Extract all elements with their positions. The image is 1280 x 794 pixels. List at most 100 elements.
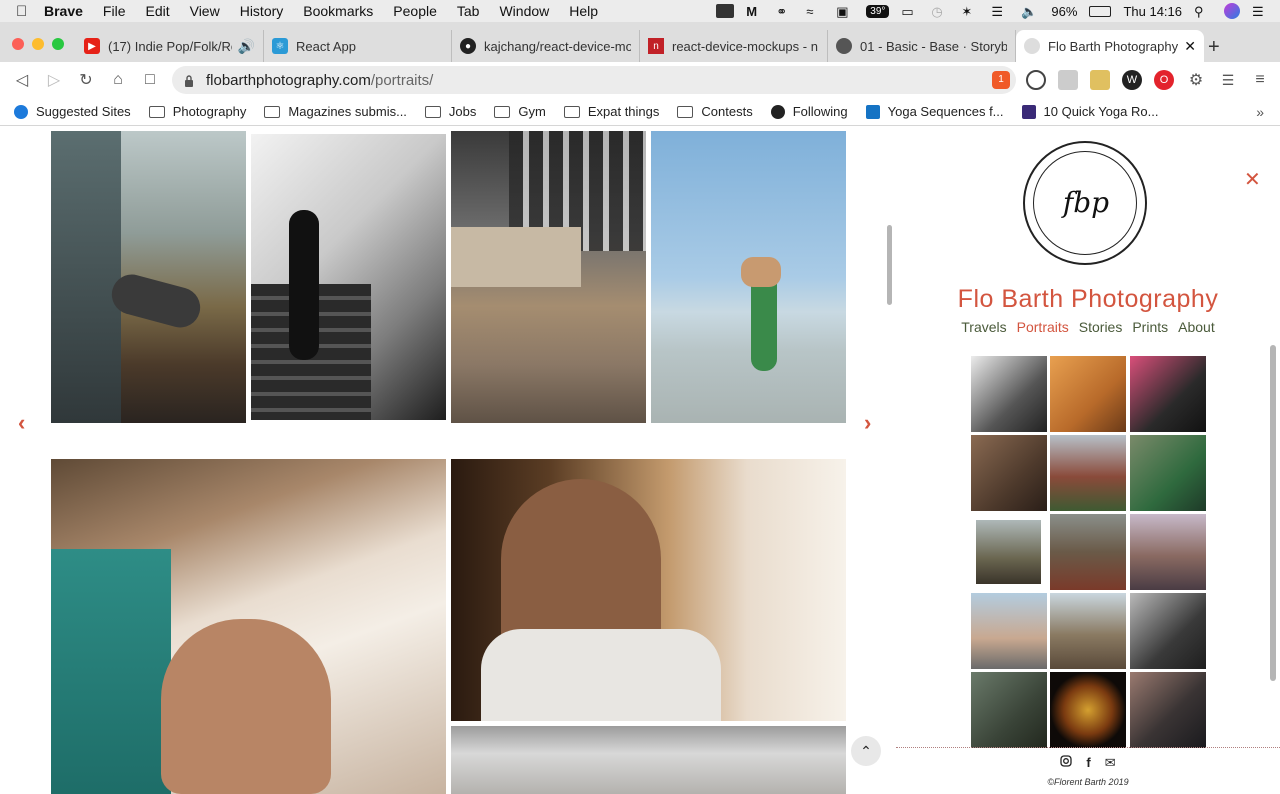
bookmark-suggested-sites[interactable]: Suggested Sites <box>14 104 131 119</box>
facebook-icon[interactable]: f <box>1086 755 1090 771</box>
menu-app-name[interactable]: Brave <box>44 3 83 19</box>
thumbnail[interactable] <box>1050 435 1126 511</box>
site-logo[interactable]: fbp <box>1023 141 1147 265</box>
brave-shields-icon[interactable]: 1 <box>992 71 1010 89</box>
nav-travels[interactable]: Travels <box>961 319 1006 335</box>
thumbnail[interactable] <box>1130 435 1206 511</box>
thumbnail[interactable] <box>1130 593 1206 669</box>
menu-edit[interactable]: Edit <box>145 3 169 19</box>
thumbnail[interactable] <box>971 356 1047 432</box>
menu-file[interactable]: File <box>103 3 126 19</box>
carousel-prev-arrow[interactable]: ‹ <box>18 410 25 436</box>
tab-github[interactable]: ● kajchang/react-device-mo <box>452 30 640 62</box>
volume-icon[interactable]: 🔈 <box>1021 4 1039 19</box>
close-tab-icon[interactable]: ✕ <box>1184 38 1196 55</box>
photo-bearded-man-window[interactable] <box>451 459 846 721</box>
thumbnail[interactable] <box>1050 593 1126 669</box>
forward-button[interactable]: ▷ <box>38 70 70 90</box>
bookmark-button[interactable]: □ <box>134 71 166 89</box>
opera-icon[interactable]: O <box>1154 70 1174 90</box>
thumbnail[interactable] <box>1130 356 1206 432</box>
photo-building-stretch[interactable] <box>451 131 646 423</box>
clock[interactable]: Thu 14:16 <box>1123 4 1182 19</box>
spotlight-icon[interactable]: ⚲ <box>1194 4 1212 19</box>
nav-portraits[interactable]: Portraits <box>1017 319 1069 335</box>
scroll-to-top-button[interactable]: ⌃ <box>851 736 881 766</box>
bookmark-quick-yoga[interactable]: 10 Quick Yoga Ro... <box>1021 104 1158 119</box>
lock-icon[interactable] <box>184 74 194 87</box>
thumbnail[interactable] <box>971 435 1047 511</box>
extension-folder-icon[interactable] <box>1090 70 1110 90</box>
photo-bw-staircase[interactable] <box>251 134 446 420</box>
minimize-window-button[interactable] <box>32 38 44 50</box>
back-button[interactable]: ◁ <box>6 70 38 90</box>
wifi-icon[interactable]: ☰ <box>991 4 1009 19</box>
reload-button[interactable]: ↻ <box>70 70 102 90</box>
bookmark-expat-things[interactable]: Expat things <box>563 104 659 119</box>
tab-flo-barth[interactable]: Flo Barth Photography ✕ <box>1016 30 1204 62</box>
bookmark-gym[interactable]: Gym <box>494 104 546 119</box>
maximize-window-button[interactable] <box>52 38 64 50</box>
bookmark-jobs[interactable]: Jobs <box>424 104 476 119</box>
carousel-next-arrow[interactable]: › <box>864 410 871 436</box>
menu-tab[interactable]: Tab <box>457 3 480 19</box>
address-bar[interactable]: flobarthphotography.com/portraits/ 1 <box>172 66 1016 94</box>
menu-help[interactable]: Help <box>569 3 598 19</box>
photo-interior-partial[interactable] <box>451 726 846 794</box>
bookmark-magazines[interactable]: Magazines submis... <box>264 104 407 119</box>
thumbnail[interactable] <box>1050 514 1126 590</box>
bookmark-following[interactable]: Following <box>770 104 848 119</box>
menu-icon[interactable]: ≡ <box>1250 70 1270 90</box>
battery-icon[interactable] <box>1089 5 1112 17</box>
photo-beach-handstand[interactable] <box>651 131 846 423</box>
siri-icon[interactable] <box>1224 3 1240 19</box>
thumbnail[interactable] <box>1130 672 1206 748</box>
tab-npm[interactable]: n react-device-mockups - n <box>640 30 828 62</box>
creative-cloud-icon[interactable]: ⚭ <box>776 4 794 19</box>
wordpress-icon[interactable]: W <box>1122 70 1142 90</box>
menu-view[interactable]: View <box>190 3 220 19</box>
mail-icon[interactable]: ✉ <box>1105 755 1116 771</box>
bookmarks-overflow-icon[interactable]: » <box>1256 104 1264 120</box>
playlist-icon[interactable]: ☰ <box>1218 70 1238 90</box>
home-button[interactable]: ⌂ <box>102 71 134 89</box>
instagram-icon[interactable] <box>1060 755 1073 771</box>
photo-handstand-building[interactable] <box>51 131 246 423</box>
photo-train-selfie[interactable] <box>51 459 446 794</box>
menu-people[interactable]: People <box>393 3 437 19</box>
close-window-button[interactable] <box>12 38 24 50</box>
airplay-icon[interactable]: ▭ <box>901 4 919 19</box>
sidebar-scrollbar[interactable] <box>1270 345 1276 681</box>
menu-bookmarks[interactable]: Bookmarks <box>303 3 373 19</box>
thumbnail[interactable] <box>971 593 1047 669</box>
puzzle-icon[interactable]: ⚙ <box>1186 70 1206 90</box>
nav-about[interactable]: About <box>1178 319 1215 335</box>
bluetooth-icon[interactable]: ✶ <box>961 4 979 19</box>
lock-menu-icon[interactable]: ▣ <box>836 4 854 19</box>
menu-window[interactable]: Window <box>499 3 549 19</box>
notification-center-icon[interactable]: ☰ <box>1252 4 1270 19</box>
tab-storybook[interactable]: 01 - Basic - Base · Storybo <box>828 30 1016 62</box>
temperature-badge[interactable]: 39° <box>866 4 890 18</box>
thumbnail[interactable] <box>1050 356 1126 432</box>
nav-stories[interactable]: Stories <box>1079 319 1123 335</box>
time-machine-icon[interactable]: ◷ <box>931 4 949 19</box>
tab-youtube[interactable]: ▶ (17) Indie Pop/Folk/Rock 🔊 <box>76 30 264 62</box>
new-tab-button[interactable]: + <box>1208 36 1220 59</box>
site-title[interactable]: Flo Barth Photography <box>896 285 1280 314</box>
thumbnail[interactable] <box>1050 672 1126 748</box>
extension-grid-icon[interactable] <box>1058 70 1078 90</box>
apple-icon[interactable]:  <box>10 3 44 20</box>
bookmark-contests[interactable]: Contests <box>677 104 753 119</box>
nav-prints[interactable]: Prints <box>1132 319 1168 335</box>
bookmark-photography[interactable]: Photography <box>148 104 246 119</box>
affinity-icon[interactable]: ≈ <box>806 4 824 19</box>
wd-drive-icon[interactable] <box>716 4 735 18</box>
tab-react-app[interactable]: ⚛ React App <box>264 30 452 62</box>
extension-circle-icon[interactable] <box>1026 70 1046 90</box>
thumbnail[interactable] <box>1130 514 1206 590</box>
malwarebytes-icon[interactable]: M <box>746 4 764 19</box>
menu-history[interactable]: History <box>240 3 284 19</box>
audio-icon[interactable]: 🔊 <box>238 38 255 55</box>
close-sidebar-icon[interactable]: ✕ <box>1244 167 1261 192</box>
